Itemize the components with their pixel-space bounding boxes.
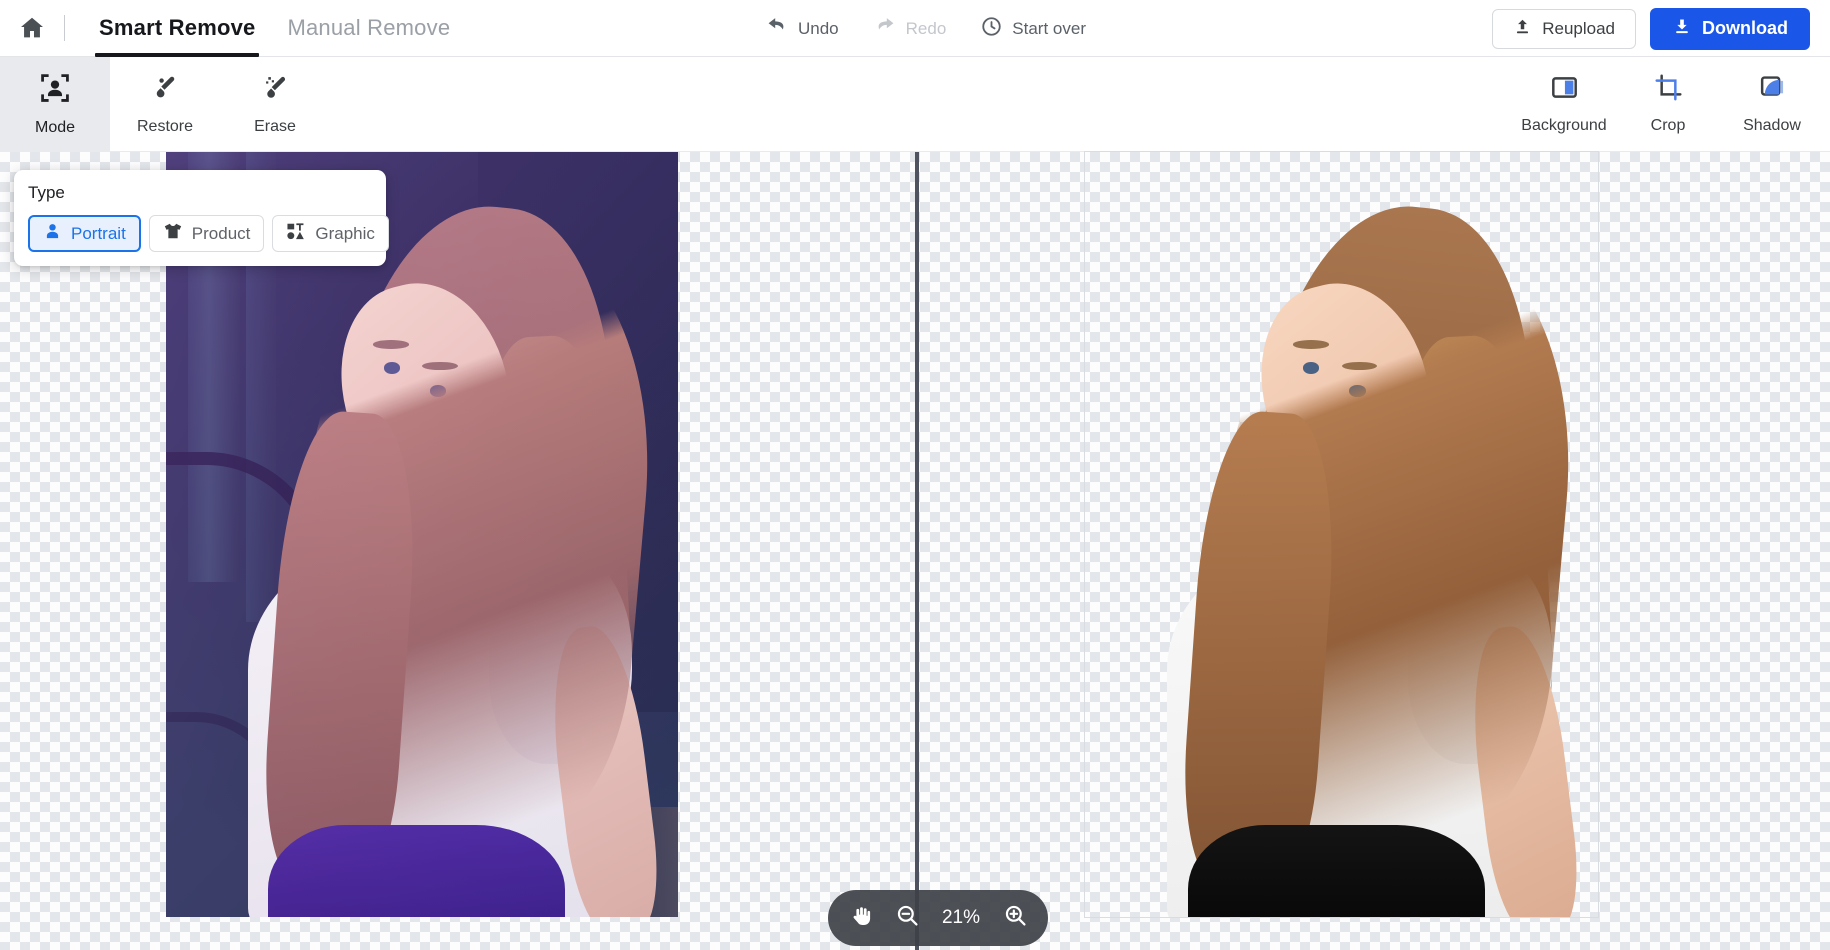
tab-smart-remove[interactable]: Smart Remove bbox=[83, 0, 271, 57]
type-option-portrait-label: Portrait bbox=[71, 223, 126, 243]
type-option-portrait[interactable]: Portrait bbox=[28, 215, 141, 252]
zoom-out-button[interactable] bbox=[892, 903, 922, 933]
undo-label: Undo bbox=[798, 18, 839, 38]
home-button[interactable] bbox=[0, 0, 64, 56]
tshirt-icon bbox=[163, 221, 183, 246]
portrait-frame-icon bbox=[38, 71, 72, 110]
tool-crop[interactable]: Crop bbox=[1616, 57, 1720, 151]
zoom-in-icon bbox=[1003, 903, 1028, 933]
history-clock-icon bbox=[980, 15, 1003, 43]
redo-arrow-icon bbox=[873, 14, 897, 43]
compare-divider[interactable] bbox=[915, 152, 919, 950]
tab-manual-remove[interactable]: Manual Remove bbox=[271, 0, 466, 57]
crop-icon bbox=[1654, 73, 1683, 107]
person-icon bbox=[43, 222, 62, 246]
tool-mode[interactable]: Mode bbox=[0, 57, 110, 151]
redo-label: Redo bbox=[905, 18, 947, 38]
type-option-graphic-label: Graphic bbox=[315, 223, 375, 243]
type-option-product-label: Product bbox=[191, 223, 251, 243]
cutout-image[interactable] bbox=[1084, 151, 1599, 918]
erase-brush-icon bbox=[259, 72, 291, 109]
subject-skirt bbox=[1187, 825, 1486, 917]
shadow-icon bbox=[1758, 73, 1787, 107]
toolbar-right-group: Background Crop Shadow bbox=[1512, 57, 1824, 151]
tool-background-label: Background bbox=[1521, 117, 1607, 134]
home-icon bbox=[18, 14, 46, 42]
tool-restore-label: Restore bbox=[136, 118, 194, 135]
tool-shadow-label: Shadow bbox=[1743, 117, 1801, 134]
type-panel: Type Portrait Product Graphic bbox=[14, 170, 389, 266]
app-root: Smart Remove Manual Remove Undo Redo Sta… bbox=[0, 0, 1830, 950]
upload-icon bbox=[1513, 17, 1532, 41]
header-divider bbox=[64, 15, 65, 41]
start-over-button[interactable]: Start over bbox=[963, 0, 1103, 57]
toolbar-left-group: Mode Restore Erase bbox=[0, 57, 330, 151]
download-label: Download bbox=[1702, 18, 1788, 38]
original-image[interactable] bbox=[166, 152, 678, 917]
tool-erase[interactable]: Erase bbox=[220, 57, 330, 151]
type-option-graphic[interactable]: Graphic bbox=[272, 215, 389, 252]
header-right-actions: Reupload Download bbox=[1492, 0, 1810, 57]
tool-shadow[interactable]: Shadow bbox=[1720, 57, 1824, 151]
start-over-label: Start over bbox=[1012, 18, 1086, 38]
download-icon bbox=[1672, 16, 1692, 41]
history-actions: Undo Redo Start over bbox=[748, 0, 1103, 57]
tool-mode-label: Mode bbox=[34, 119, 76, 136]
top-header-bar: Smart Remove Manual Remove Undo Redo Sta… bbox=[0, 0, 1830, 57]
tab-smart-remove-label: Smart Remove bbox=[99, 15, 256, 40]
undo-arrow-icon bbox=[765, 14, 789, 43]
zoom-out-icon bbox=[895, 903, 920, 933]
background-panel-icon bbox=[1550, 73, 1579, 107]
zoom-control: 21% bbox=[828, 890, 1048, 946]
pan-hand-button[interactable] bbox=[846, 903, 876, 933]
undo-button[interactable]: Undo bbox=[748, 0, 856, 57]
redo-button[interactable]: Redo bbox=[856, 0, 964, 57]
tool-restore[interactable]: Restore bbox=[110, 57, 220, 151]
type-panel-title: Type bbox=[28, 183, 65, 202]
shapes-icon bbox=[286, 221, 306, 246]
type-option-product[interactable]: Product bbox=[148, 215, 265, 252]
tool-background[interactable]: Background bbox=[1512, 57, 1616, 151]
reupload-button[interactable]: Reupload bbox=[1492, 8, 1636, 49]
tool-crop-label: Crop bbox=[1650, 117, 1686, 134]
type-options: Portrait Product Graphic bbox=[28, 215, 389, 252]
hand-icon bbox=[849, 904, 873, 933]
tool-erase-label: Erase bbox=[254, 118, 296, 135]
editor-toolbar: Mode Restore Erase Background Crop Shado… bbox=[0, 57, 1830, 152]
mode-tabs: Smart Remove Manual Remove bbox=[83, 0, 466, 57]
tab-manual-remove-label: Manual Remove bbox=[287, 15, 451, 40]
zoom-in-button[interactable] bbox=[1000, 903, 1030, 933]
reupload-label: Reupload bbox=[1542, 18, 1615, 38]
subject-cutout bbox=[1085, 152, 1598, 917]
restore-brush-icon bbox=[149, 72, 181, 109]
zoom-level-value: 21% bbox=[941, 907, 981, 928]
subject-original bbox=[166, 152, 678, 917]
download-button[interactable]: Download bbox=[1650, 7, 1810, 50]
subject-skirt bbox=[268, 825, 566, 917]
